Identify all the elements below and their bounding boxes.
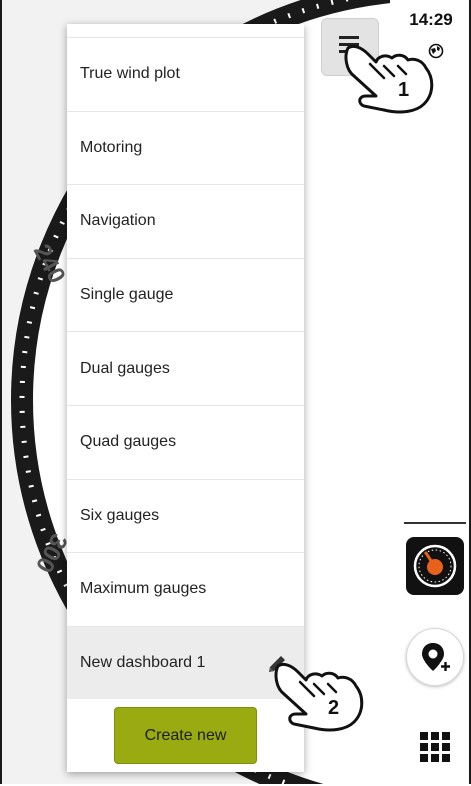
tap-hand-callout-2: 2	[274, 662, 364, 732]
menu-item-navigation[interactable]: Navigation	[67, 184, 304, 258]
gauge-app-button[interactable]	[406, 537, 464, 595]
tap-hand-callout-1: 1	[344, 44, 434, 114]
menu-item-motoring[interactable]: Motoring	[67, 110, 304, 185]
menu-item-label: Navigation	[80, 212, 156, 230]
menu-item-quad-gauges[interactable]: Quad gauges	[67, 404, 304, 479]
create-new-button[interactable]: Create new	[114, 707, 257, 764]
menu-item-label: True wind plot	[80, 65, 180, 83]
menu-item-label: Six gauges	[80, 506, 160, 524]
callout-number-1: 1	[398, 79, 409, 101]
menu-item-label: Maximum gauges	[80, 580, 207, 598]
dashboard-menu: True wind plot Motoring Navigation Singl…	[67, 24, 304, 772]
gauge-app-icon	[413, 544, 457, 588]
menu-item-new-dashboard-1[interactable]: New dashboard 1	[67, 625, 304, 700]
menu-item-label: Quad gauges	[80, 433, 177, 451]
menu-item-six-gauges[interactable]: Six gauges	[67, 478, 304, 553]
menu-item-dual-gauges[interactable]: Dual gauges	[67, 331, 304, 405]
apps-grid-icon[interactable]	[420, 732, 450, 762]
status-clock: 14:29	[409, 10, 453, 29]
menu-item-single-gauge[interactable]: Single gauge	[67, 257, 304, 332]
menu-item-maximum-gauges[interactable]: Maximum gauges	[67, 552, 304, 626]
add-location-pin-icon	[422, 643, 452, 673]
menu-item-label: Motoring	[80, 138, 143, 156]
menu-item-label: New dashboard 1	[80, 654, 206, 672]
dashboard-list: True wind plot Motoring Navigation Singl…	[67, 37, 304, 700]
menu-item-true-wind-plot[interactable]: True wind plot	[67, 37, 304, 111]
menu-item-label: Dual gauges	[80, 359, 170, 377]
menu-item-label: Single gauge	[80, 286, 174, 304]
add-waypoint-button[interactable]	[406, 628, 464, 686]
sidebar-divider	[404, 522, 466, 524]
callout-number-2: 2	[328, 697, 339, 719]
